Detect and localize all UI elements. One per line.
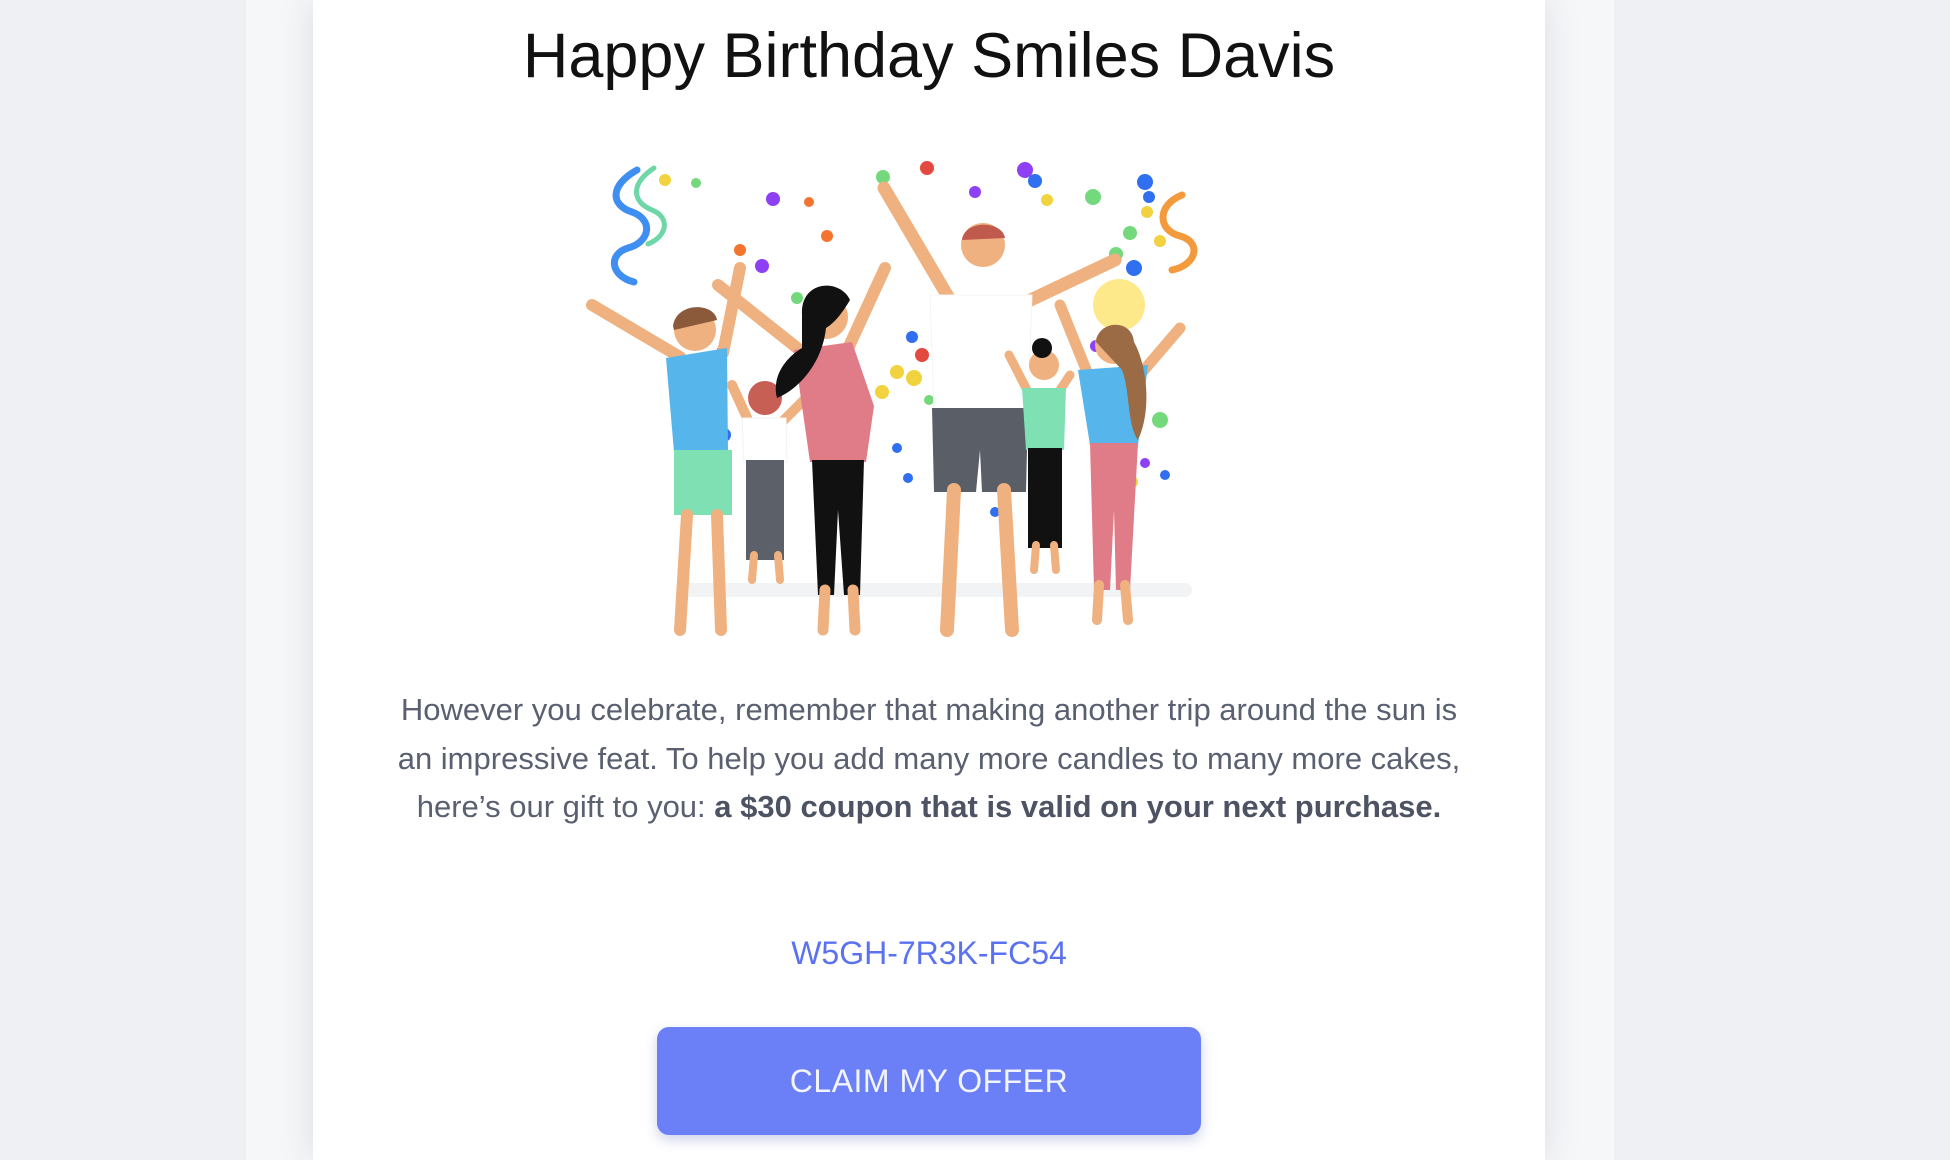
email-card: Happy Birthday Smiles Davis However you … bbox=[313, 0, 1545, 1160]
email-title: Happy Birthday Smiles Davis bbox=[522, 21, 1336, 91]
birthday-message: However you celebrate, remember that mak… bbox=[383, 686, 1475, 832]
celebration-illustration bbox=[586, 161, 1198, 637]
coupon-code: W5GH-7R3K-FC54 bbox=[791, 935, 1067, 971]
claim-offer-button[interactable]: CLAIM MY OFFER bbox=[657, 1027, 1201, 1135]
message-emphasis-text: a $30 coupon that is valid on your next … bbox=[714, 789, 1442, 824]
